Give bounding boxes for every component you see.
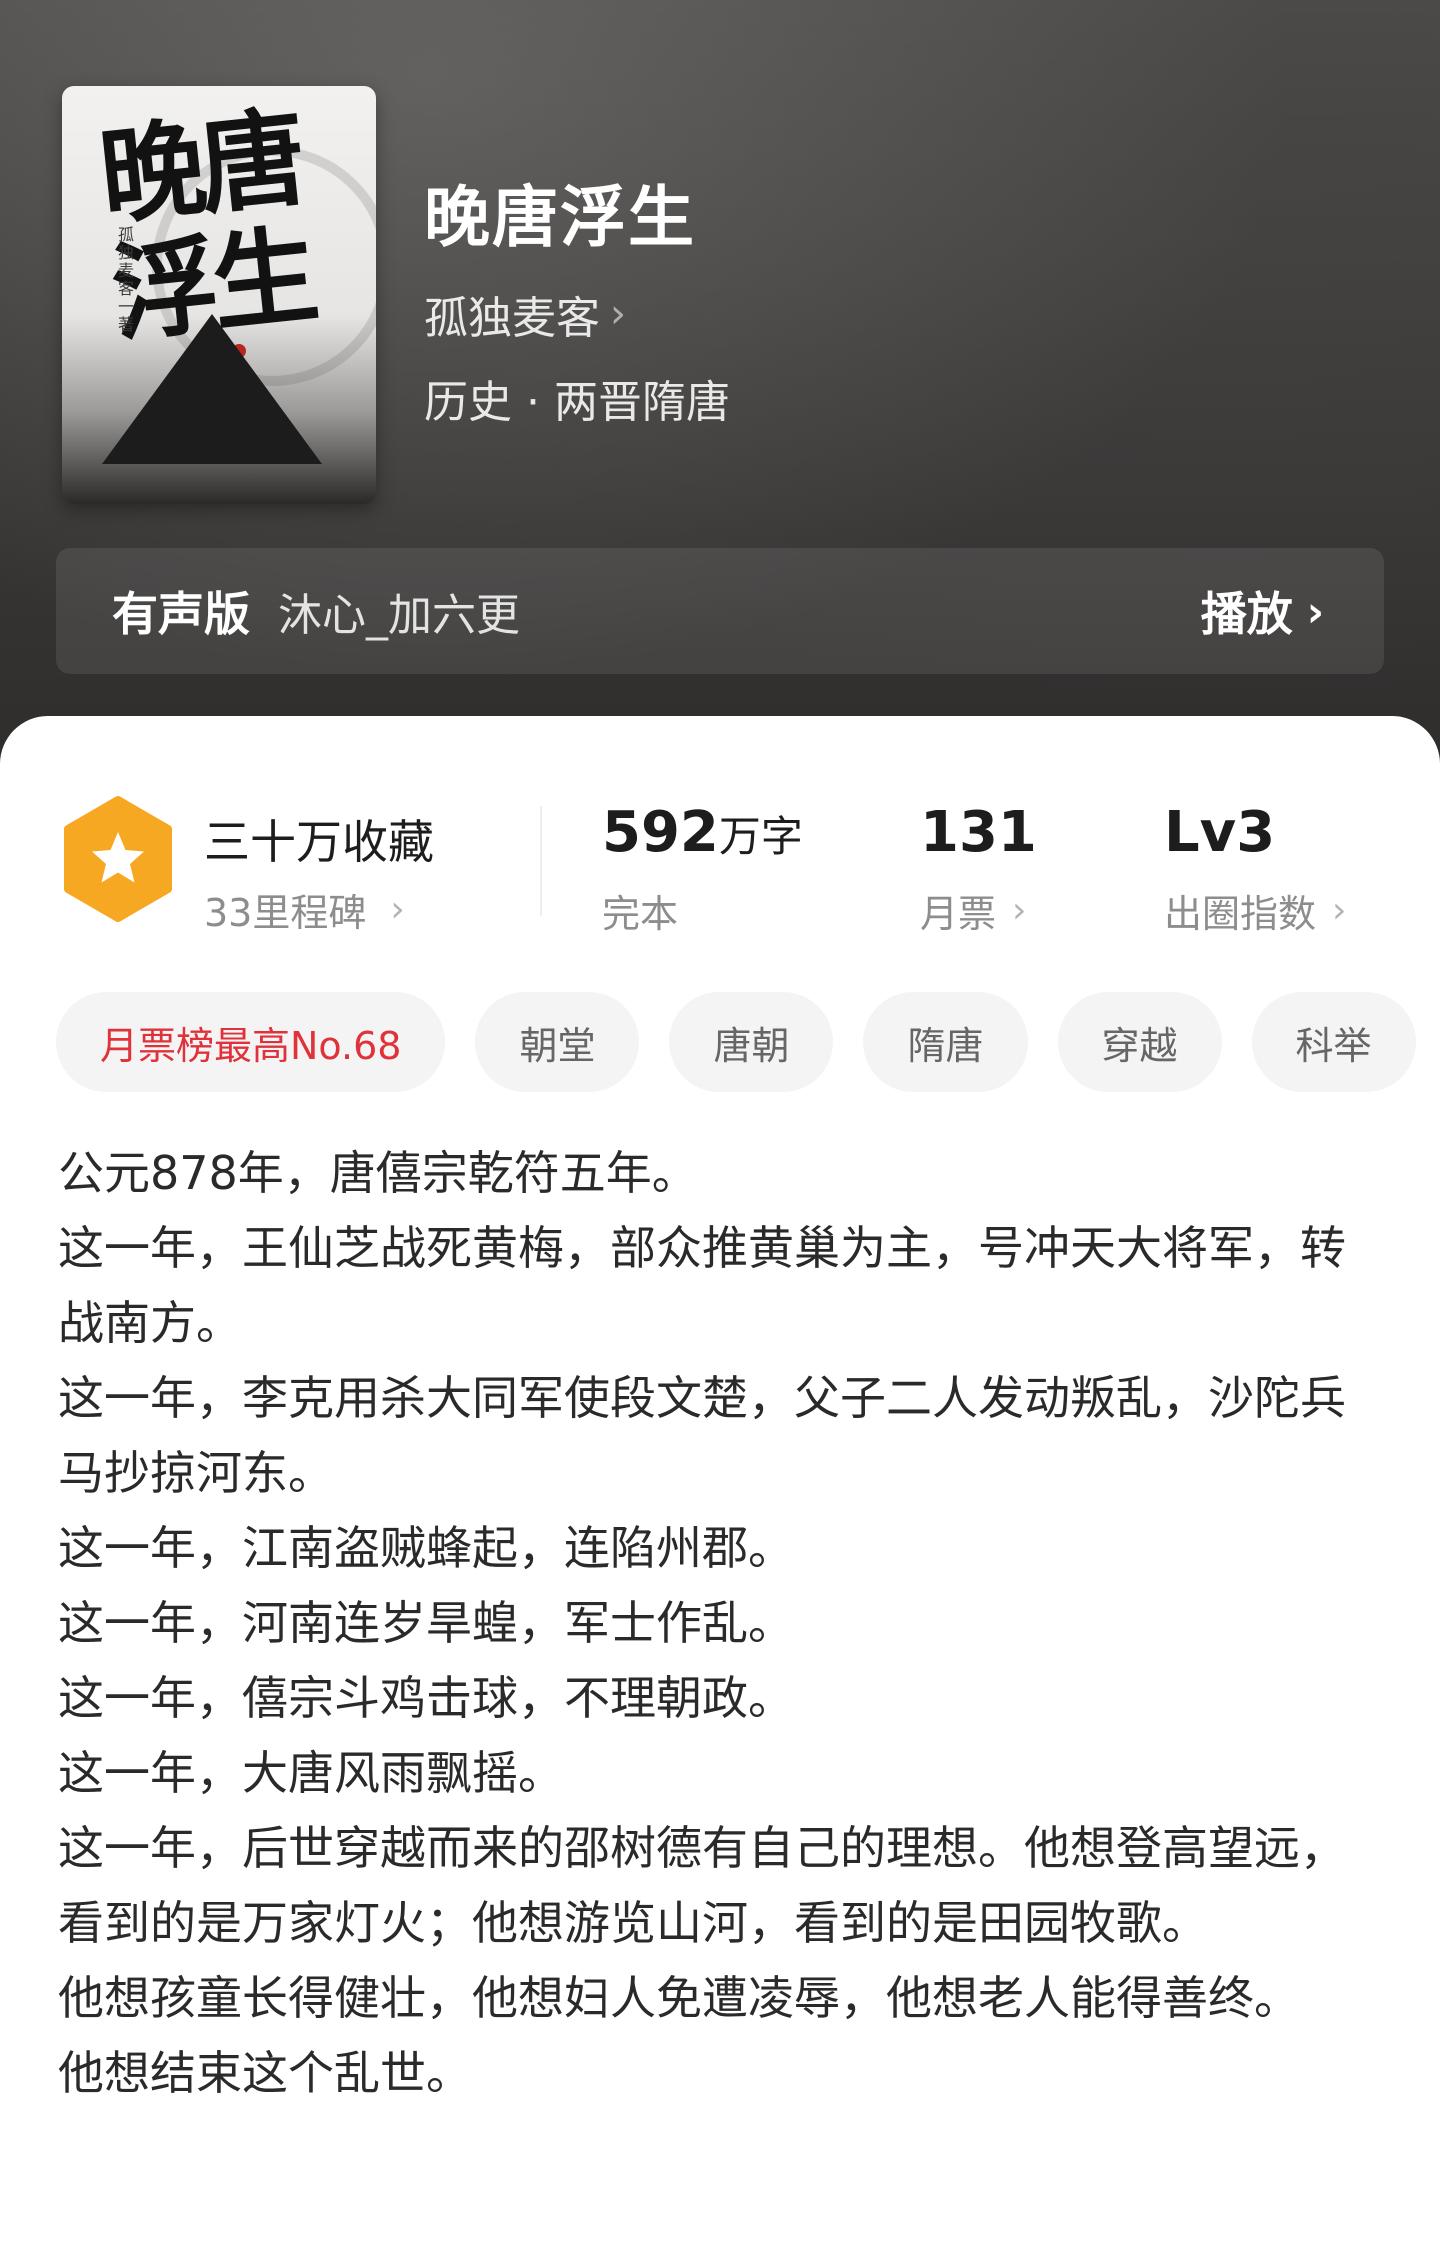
synopsis-paragraph: 他想结束这个乱世。 <box>58 2046 472 2100</box>
stats-row: 三十万收藏 33里程碑 › 592万字 完本 131 月票 › Lv3 出圈指数 <box>0 786 1440 946</box>
synopsis-paragraph: 这一年，江南盗贼蜂起，连陷州郡。 <box>58 1521 794 1575</box>
book-synopsis: 公元878年，唐僖宗乾符五年。 这一年，王仙芝战死黄梅，部众推黄巢为主，号冲天大… <box>58 1136 1388 2111</box>
breakout-index-value: Lv3 <box>1164 800 1276 865</box>
stats-divider <box>540 806 542 916</box>
book-header: 晚唐浮生 孤独麦客一著 晚唐浮生 孤独麦客 › 历史 · 两晋隋唐 有声版 沐心… <box>0 0 1440 780</box>
breakout-index-stat[interactable]: Lv3 出圈指数 › <box>1164 800 1346 938</box>
chevron-right-icon: › <box>1012 890 1027 931</box>
book-title: 晚唐浮生 <box>424 179 696 256</box>
tag-item[interactable]: 科举 <box>1251 992 1416 1092</box>
synopsis-paragraph: 这一年，王仙芝战死黄梅，部众推黄巢为主，号冲天大将军，转战南方。 <box>58 1221 1346 1350</box>
tag-item[interactable]: 穿越 <box>1057 992 1222 1092</box>
breakout-index-label: 出圈指数 <box>1164 892 1317 936</box>
word-count-stat: 592万字 完本 <box>602 800 803 938</box>
audio-narrator: 沐心_加六更 <box>278 590 520 641</box>
synopsis-paragraph: 他想孩童长得健壮，他想妇人免遭凌辱，他想老人能得善终。 <box>58 1971 1300 2025</box>
star-badge-icon <box>64 796 172 922</box>
tag-list: 月票榜最高No.68 朝堂 唐朝 隋唐 穿越 科举 <box>56 992 1440 1092</box>
book-cover[interactable]: 晚唐浮生 孤独麦客一著 <box>62 86 376 504</box>
author-name: 孤独麦客 <box>424 293 600 344</box>
word-count-value: 592 <box>602 800 719 865</box>
chevron-right-icon: › <box>1306 586 1324 636</box>
monthly-votes-stat[interactable]: 131 月票 › <box>920 800 1037 938</box>
tag-item[interactable]: 唐朝 <box>669 992 834 1092</box>
cover-mountain <box>102 314 322 464</box>
synopsis-paragraph: 这一年，河南连岁旱蝗，军士作乱。 <box>58 1596 794 1650</box>
synopsis-paragraph: 公元878年，唐僖宗乾符五年。 <box>58 1146 698 1200</box>
audio-label: 有声版 <box>112 587 250 641</box>
chevron-right-icon: › <box>1332 890 1347 931</box>
audio-version-bar[interactable]: 有声版 沐心_加六更 播放 › <box>56 548 1384 674</box>
tag-item[interactable]: 朝堂 <box>475 992 640 1092</box>
synopsis-paragraph: 这一年，僖宗斗鸡击球，不理朝政。 <box>58 1671 794 1725</box>
play-button[interactable]: 播放 › <box>1201 578 1324 644</box>
tag-item[interactable]: 隋唐 <box>863 992 1028 1092</box>
synopsis-paragraph: 这一年，后世穿越而来的邵树德有自己的理想。他想登高望远，看到的是万家灯火；他想游… <box>58 1821 1346 1950</box>
favorites-count: 三十万收藏 <box>204 815 434 869</box>
author-link[interactable]: 孤独麦客 › <box>424 282 626 346</box>
chevron-right-icon: › <box>610 291 626 337</box>
completion-status: 完本 <box>602 892 679 936</box>
synopsis-paragraph: 这一年，李克用杀大同军使段文楚，父子二人发动叛乱，沙陀兵马抄掠河东。 <box>58 1371 1346 1500</box>
monthly-votes-value: 131 <box>920 800 1037 865</box>
milestone-label: 33里程碑 <box>204 891 367 935</box>
book-category: 历史 · 两晋隋唐 <box>424 377 730 428</box>
play-label: 播放 <box>1200 587 1293 641</box>
monthly-votes-label: 月票 <box>920 892 997 936</box>
word-count-unit: 万字 <box>718 812 803 861</box>
synopsis-paragraph: 这一年，大唐风雨飘摇。 <box>58 1746 564 1800</box>
chevron-right-icon: › <box>390 889 405 930</box>
tag-rank[interactable]: 月票榜最高No.68 <box>56 992 446 1092</box>
milestone-link[interactable]: 33里程碑 › <box>204 882 405 937</box>
book-detail-card: 三十万收藏 33里程碑 › 592万字 完本 131 月票 › Lv3 出圈指数 <box>0 716 1440 2266</box>
